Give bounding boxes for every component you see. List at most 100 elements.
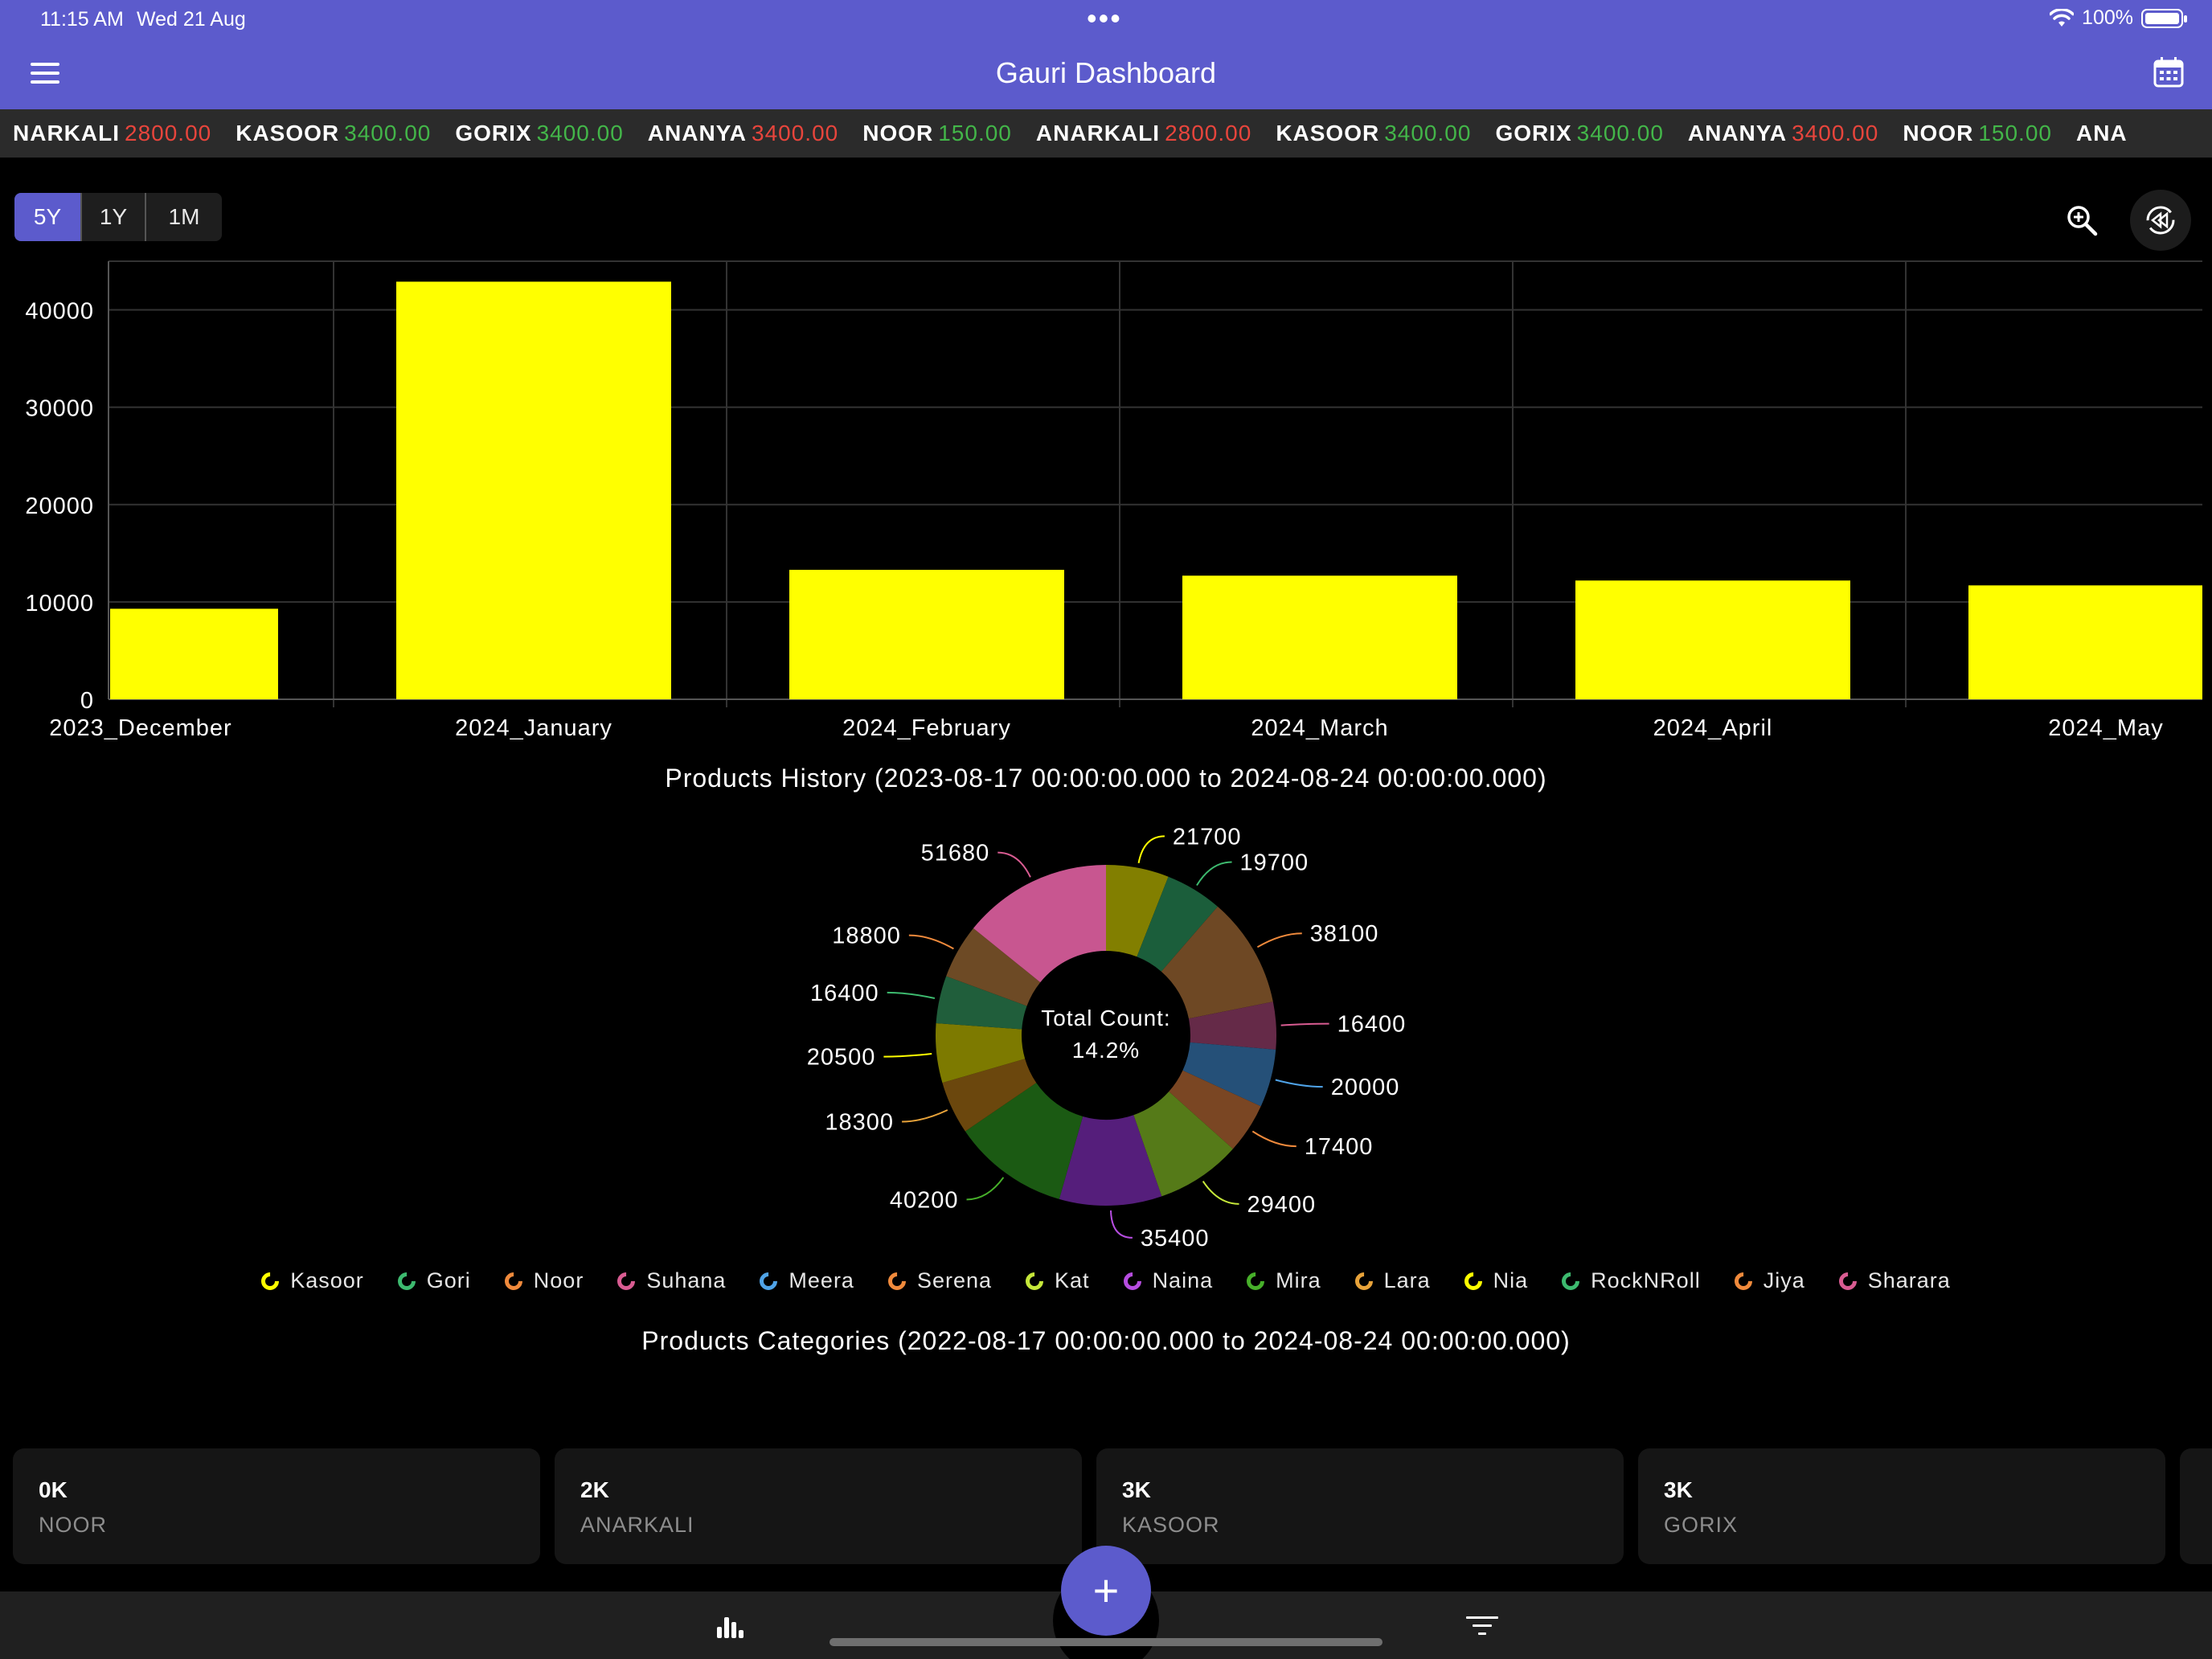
status-date: Wed 21 Aug: [137, 8, 246, 31]
ticker-item: ANANYA 3400.00: [648, 121, 838, 146]
ticker-item: ANA: [2076, 121, 2132, 146]
legend-item-rocknroll[interactable]: RockNRoll: [1558, 1268, 1701, 1294]
legend-item-serena[interactable]: Serena: [884, 1268, 993, 1294]
legend-label: Kasoor: [290, 1268, 364, 1292]
legend-label: Sharara: [1867, 1268, 1951, 1292]
donut-chart-title: Products Categories (2022-08-17 00:00:00…: [641, 1326, 1571, 1355]
stat-card-gorix[interactable]: 3K GORIX: [1638, 1448, 2165, 1564]
home-indicator: [830, 1638, 1382, 1646]
slice-value-label: 21700: [1173, 824, 1242, 850]
legend-label: Kat: [1055, 1268, 1090, 1292]
ticker-item: GORIX 3400.00: [1495, 121, 1663, 146]
add-button[interactable]: +: [1061, 1546, 1151, 1636]
legend-label: Serena: [916, 1268, 993, 1292]
products-history-bar-chart: 0 10000 20000 30000 40000 2023_December 2024_J…: [25, 260, 2202, 739]
ticker-item: ANARKALI 2800.00: [1036, 121, 1251, 146]
y-tick-label: 30000: [25, 396, 94, 422]
range-button-1m[interactable]: 1M: [146, 193, 222, 241]
legend-item-naina[interactable]: Naina: [1120, 1268, 1214, 1294]
slice-value-label: 19700: [1240, 850, 1309, 875]
legend-item-kat[interactable]: Kat: [1022, 1268, 1090, 1294]
legend-swatch-icon: [756, 1268, 781, 1294]
zoom-in-icon[interactable]: [2064, 203, 2099, 238]
legend-swatch-icon: [1351, 1268, 1377, 1294]
legend-item-suhana[interactable]: Suhana: [613, 1268, 726, 1294]
bar[interactable]: [1575, 580, 1850, 699]
legend-item-sharara[interactable]: Sharara: [1835, 1268, 1951, 1294]
stat-value: 3K: [1122, 1477, 1151, 1502]
ticker-name: ANANYA: [647, 121, 748, 145]
legend-item-nia[interactable]: Nia: [1460, 1268, 1529, 1294]
legend-label: Mira: [1276, 1268, 1321, 1292]
legend-swatch-icon: [1731, 1268, 1756, 1294]
slice-value-label: 29400: [1247, 1192, 1317, 1218]
bar[interactable]: [110, 608, 278, 699]
x-tick-label: 2024_February: [842, 715, 1011, 739]
stat-card-anarkali[interactable]: 2K ANARKALI: [555, 1448, 1082, 1564]
stat-card-kasoor[interactable]: 3K KASOOR: [1096, 1448, 1624, 1564]
bar-chart-icon[interactable]: [715, 1612, 744, 1640]
ticker-item: NOOR 150.00: [862, 121, 1012, 146]
battery-icon: [2141, 8, 2187, 28]
bar-chart-title: Products History (2023-08-17 00:00:00.00…: [665, 764, 1547, 793]
legend-swatch-icon: [884, 1268, 910, 1294]
status-right: 100%: [2050, 6, 2187, 30]
y-tick-label: 40000: [25, 299, 94, 325]
bar[interactable]: [396, 281, 671, 699]
slice-value-label: 18800: [832, 924, 901, 949]
ticker-value: 2800.00: [125, 121, 212, 145]
slice-value-label: 51680: [921, 841, 990, 866]
filter-icon[interactable]: [1466, 1614, 1498, 1638]
ticker-value: 150.00: [1978, 121, 2052, 145]
battery-percent: 100%: [2082, 6, 2133, 29]
legend-item-lara[interactable]: Lara: [1351, 1268, 1431, 1294]
x-tick-label: 2024_January: [455, 715, 612, 739]
slice-connector: [883, 1053, 932, 1058]
legend-label: Jiya: [1763, 1268, 1805, 1292]
y-tick-label: 20000: [25, 494, 94, 519]
slice-connector: [997, 851, 1031, 878]
stat-value: 3K: [1664, 1477, 1693, 1502]
legend-swatch-icon: [1243, 1268, 1268, 1294]
legend-item-noor[interactable]: Noor: [501, 1268, 584, 1294]
legend-label: RockNRoll: [1591, 1268, 1701, 1292]
stat-label: GORIX: [1664, 1513, 1739, 1537]
multitasking-dots[interactable]: •••: [1087, 2, 1122, 35]
legend-item-kasoor[interactable]: Kasoor: [257, 1268, 364, 1294]
slice-connector: [902, 1109, 948, 1123]
products-categories-donut-chart: 2170019700 38100 16400 20000 17400 29400 35400…: [807, 824, 1407, 1251]
stat-value: 0K: [39, 1477, 68, 1502]
bar[interactable]: [1182, 576, 1457, 699]
reset-zoom-button[interactable]: [2130, 190, 2191, 251]
slice-connector: [1275, 1079, 1323, 1088]
legend-swatch-icon: [394, 1268, 420, 1294]
legend-label: Naina: [1152, 1268, 1214, 1292]
legend-item-mira[interactable]: Mira: [1243, 1268, 1321, 1294]
slice-connector: [908, 934, 954, 950]
legend-item-jiya[interactable]: Jiya: [1731, 1268, 1805, 1294]
legend-item-gori[interactable]: Gori: [394, 1268, 471, 1294]
stat-card-partial[interactable]: [2180, 1448, 2212, 1564]
y-tick-label: 0: [80, 688, 94, 714]
slice-value-label: 20000: [1331, 1075, 1400, 1100]
legend-swatch-icon: [1558, 1268, 1583, 1294]
range-button-5y[interactable]: 5Y: [14, 193, 82, 241]
ticker-value: 3400.00: [752, 121, 839, 145]
bar[interactable]: [1968, 585, 2202, 699]
range-button-1y[interactable]: 1Y: [82, 193, 146, 241]
price-ticker: NARKALI 2800.00 KASOOR 3400.00 GORIX 3400.00 A…: [0, 109, 2212, 158]
slice-connector: [966, 1177, 1005, 1201]
stat-label: NOOR: [39, 1513, 107, 1537]
slice-value-label: 16400: [1337, 1012, 1407, 1038]
calendar-icon[interactable]: [2153, 56, 2185, 88]
slice-connector: [1202, 1180, 1239, 1205]
ticker-item: KASOOR 3400.00: [1276, 121, 1471, 146]
ticker-name: GORIX: [455, 121, 532, 145]
legend-swatch-icon: [257, 1268, 283, 1294]
bar[interactable]: [789, 569, 1064, 699]
x-tick-label: 2024_April: [1653, 715, 1773, 739]
ticker-item: ANANYA 3400.00: [1688, 121, 1878, 146]
legend-item-meera[interactable]: Meera: [756, 1268, 854, 1294]
ticker-name: NARKALI: [13, 121, 120, 145]
stat-card-noor[interactable]: 0K NOOR: [13, 1448, 540, 1564]
